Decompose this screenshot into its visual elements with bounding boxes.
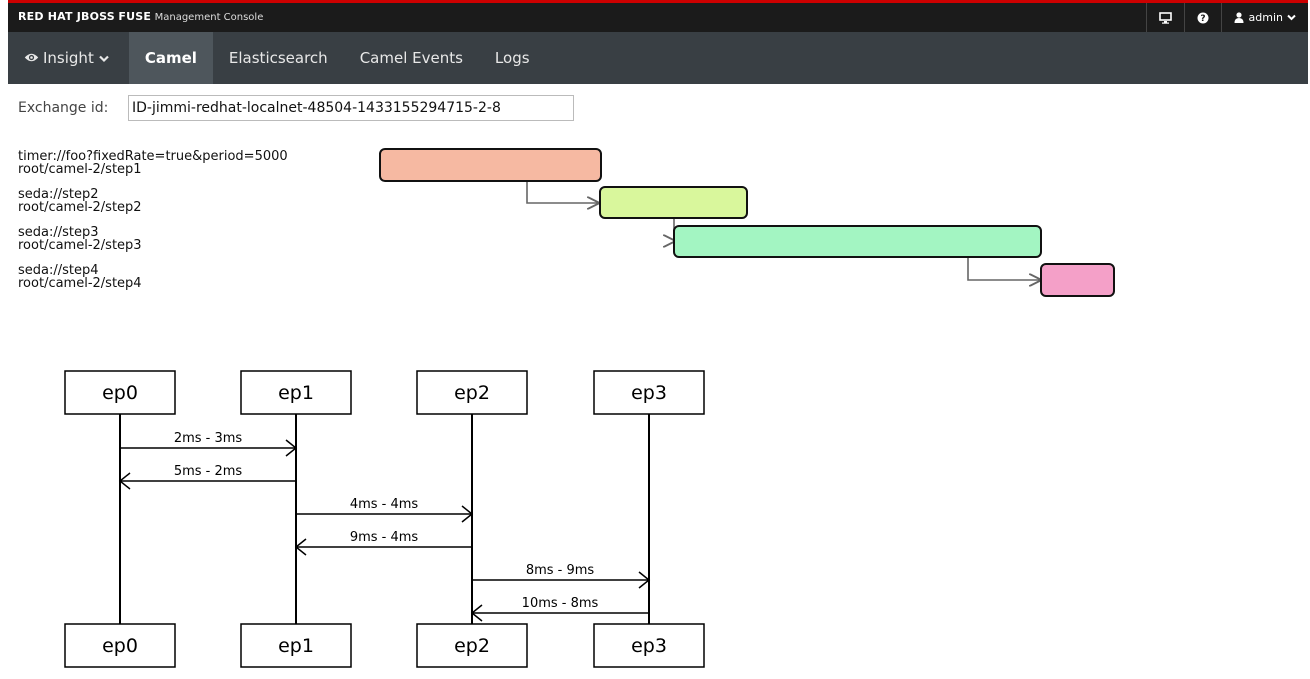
actor-label: ep0 [102,382,138,404]
actor-box[interactable]: ep0 [64,370,176,415]
nav-tab-camel-events[interactable]: Camel Events [344,32,479,84]
nav-insight-label: Insight [43,49,94,67]
help-icon: ? [1197,12,1209,24]
nav-elasticsearch-label: Elasticsearch [228,49,328,67]
message-arrow: 2ms - 3ms [120,431,298,457]
actor-label: ep2 [454,382,490,404]
actor-box[interactable]: ep2 [416,370,528,415]
actor-label: ep1 [278,635,314,657]
brand-product: FUSE [118,10,152,23]
actor-box[interactable]: ep1 [240,623,352,668]
brand-logo[interactable]: RED HAT JBOSS FUSE Management Console [18,10,263,23]
nav-camel-label: Camel [144,49,197,67]
svg-text:?: ? [1200,14,1205,24]
chevron-down-icon [99,49,113,67]
brand-main: RED HAT JBOSS [18,10,115,23]
app: RED HAT JBOSS FUSE Management Console ? … [8,0,1308,679]
actor-box[interactable]: ep3 [593,623,705,668]
user-menu-button[interactable]: admin [1220,3,1308,32]
nav-logs-label: Logs [494,49,530,67]
user-icon [1234,12,1244,23]
nav-camel-events-label: Camel Events [359,49,463,67]
eye-icon [24,49,43,67]
message-arrow: 9ms - 4ms [294,530,472,556]
actor-box[interactable]: ep3 [593,370,705,415]
actor-box[interactable]: ep2 [416,623,528,668]
actor-label: ep2 [454,635,490,657]
nav-tab-elasticsearch[interactable]: Elasticsearch [213,32,344,84]
message-label: 5ms - 2ms [174,464,243,479]
message-label: 10ms - 8ms [522,596,599,611]
message-arrow: 10ms - 8ms [470,596,649,622]
user-name: admin [1248,11,1283,24]
message-arrow: 4ms - 4ms [296,497,474,523]
message-label: 9ms - 4ms [350,530,419,545]
message-arrow: 5ms - 2ms [118,464,296,490]
actor-label: ep1 [278,382,314,404]
actor-label: ep0 [102,635,138,657]
actor-label: ep3 [631,635,667,657]
brand-subtitle: Management Console [154,12,264,23]
sequence-diagram: ep0 ep1 ep2 ep3 ep0 ep1 ep2 ep3 2ms - 3m… [64,370,705,668]
top-header-bar: RED HAT JBOSS FUSE Management Console ? … [8,0,1308,32]
actor-box[interactable]: ep1 [240,370,352,415]
nav-tab-logs[interactable]: Logs [479,32,546,84]
help-button[interactable]: ? [1183,3,1221,32]
window-frame-left [0,0,8,679]
nav-tab-camel[interactable]: Camel [128,32,213,84]
actor-box[interactable]: ep0 [64,623,176,668]
chevron-down-icon [1287,14,1296,21]
actor-label: ep3 [631,382,667,404]
message-label: 2ms - 3ms [174,431,243,446]
main-content: Exchange id: timer://foo?fixedRate=true&… [8,84,1308,679]
monitor-icon [1158,11,1172,24]
message-label: 8ms - 9ms [526,563,595,578]
message-arrow: 8ms - 9ms [472,563,651,589]
preferences-button[interactable] [1145,3,1184,32]
message-label: 4ms - 4ms [350,497,419,512]
main-nav: Insight Camel Elasticsearch Camel Events… [8,32,1308,84]
nav-insight-dropdown[interactable]: Insight [8,32,129,84]
header-actions: ? admin [1145,3,1308,32]
